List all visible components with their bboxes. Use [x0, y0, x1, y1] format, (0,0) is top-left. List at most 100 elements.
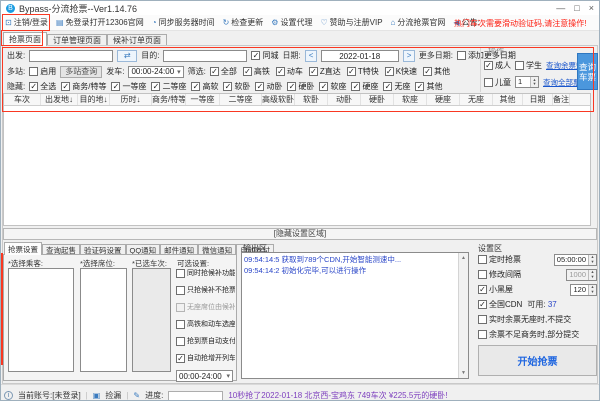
page-tab[interactable]: 抢票页面 [3, 32, 47, 46]
table-column-header[interactable]: 目的地↓ [78, 94, 110, 105]
seat-type-checkbox[interactable]: ✓ 软座 [319, 81, 346, 92]
partial-submit-checkbox[interactable]: 余票不足商务时,部分提交 [478, 329, 579, 340]
checkbox-box: ✓ [423, 67, 432, 76]
modify-interval-checkbox[interactable]: 修改间隔 [478, 269, 521, 280]
maximize-button[interactable]: □ [574, 2, 579, 14]
dest-station-input[interactable] [163, 50, 247, 62]
passenger-listbox[interactable] [8, 268, 74, 372]
child-checkbox[interactable]: 儿童 [484, 77, 511, 88]
train-type-checkbox[interactable]: ✓ 其他 [423, 66, 450, 77]
table-column-header[interactable]: 出发地↓ [41, 94, 78, 105]
same-city-checkbox[interactable]: ✓ 同城 [251, 50, 278, 61]
timed-grab-checkbox[interactable]: 定时抢票 [478, 254, 521, 265]
seat-listbox[interactable] [80, 268, 127, 372]
checkbox-box [478, 270, 487, 279]
blacklist-checkbox[interactable]: ✓ 小黑屋 [478, 284, 513, 295]
grab-time-range-select[interactable]: 00:00-24:00 ▾ [176, 370, 233, 382]
train-type-checkbox[interactable]: ✓ 全部 [210, 66, 237, 77]
toolbar-button[interactable]: ◔ 同步服务器时间 [152, 17, 215, 28]
seat-type-checkbox[interactable]: ✓ 动卧 [255, 81, 282, 92]
student-checkbox[interactable]: 学生 [515, 60, 542, 71]
table-column-header[interactable]: 软卧 [295, 94, 328, 105]
seat-type-checkbox[interactable]: ✓ 其他 [415, 81, 442, 92]
option-checkbox[interactable]: 高铁和动车选座 [176, 319, 235, 329]
table-column-header[interactable]: 二等座 [220, 94, 262, 105]
multi-station-query-button[interactable]: 多站查询 [60, 66, 102, 78]
seat-type-checkbox[interactable]: ✓ 全选 [29, 81, 56, 92]
seat-type-checkbox[interactable]: ✓ 二等座 [151, 81, 186, 92]
output-log[interactable]: 09:54:14:5 获取到789个CDN,开始智能测速中...09:54:14… [241, 252, 469, 379]
interval-value-input[interactable]: 1000 ▴▾ [566, 269, 597, 281]
table-column-header[interactable]: 动卧 [328, 94, 361, 105]
mode-label[interactable]: 捡漏 [105, 390, 121, 400]
table-column-header[interactable]: 硬座 [427, 94, 460, 105]
table-column-header[interactable]: 商务/特等 [152, 94, 186, 105]
prev-date-button[interactable]: < [305, 50, 317, 62]
table-column-header[interactable]: 车次 [4, 94, 41, 105]
seat-type-checkbox[interactable]: ✓ 无座 [383, 81, 410, 92]
table-column-header[interactable]: 高级软卧 [262, 94, 295, 105]
start-grab-button[interactable]: 开始抢票 [478, 345, 597, 376]
toolbar-button[interactable]: ⚙ 设置代理 [271, 17, 312, 28]
option-checkbox[interactable]: 抢到票自动支付 [176, 336, 235, 346]
seat-type-checkbox[interactable]: ✓ 高软 [191, 81, 218, 92]
spinner-arrows-icon[interactable]: ▴▾ [588, 285, 596, 295]
seat-type-checkbox[interactable]: ✓ 软卧 [223, 81, 250, 92]
checkbox-box: ✓ [351, 82, 360, 91]
scroll-down-icon[interactable]: ▼ [459, 370, 468, 376]
toolbar-button[interactable]: ⌂ 分流抢票官网 [391, 17, 446, 28]
table-column-header[interactable]: 硬卧 [361, 94, 394, 105]
swap-stations-button[interactable]: ⇄ [117, 50, 137, 62]
seat-type-checkbox[interactable]: ✓ 硬座 [351, 81, 378, 92]
timed-grab-time-input[interactable]: 05:00:00 ▴▾ [554, 254, 597, 266]
close-button[interactable]: × [589, 2, 594, 14]
seat-type-checkbox[interactable]: ✓ 硬卧 [287, 81, 314, 92]
date-input[interactable]: 2022-01-18 [321, 50, 399, 62]
status-bar: i 当前账号:[未登录] | ▣ 捡漏 | ✎ 进度: 10秒抢了2022-01… [1, 384, 599, 400]
option-checkbox[interactable]: 同时抢候补功能 [176, 268, 235, 278]
option-checkbox[interactable]: 无座席位由候补 [176, 302, 235, 312]
toolbar-button[interactable]: ▤ 免登录打开12306官网 [56, 17, 144, 28]
toolbar-button[interactable]: ↻ 检查更新 [223, 17, 264, 28]
table-column-header[interactable]: 一等座 [186, 94, 220, 105]
multi-station-enable-checkbox[interactable]: 启用 [29, 66, 56, 77]
depart-time-select[interactable]: 00:00-24:00 ▾ [128, 66, 183, 78]
next-date-button[interactable]: > [403, 50, 415, 62]
seat-type-checkbox[interactable]: ✓ 商务/特等 [61, 81, 106, 92]
collapse-settings-bar[interactable]: [隐藏设置区域] [3, 228, 597, 240]
scroll-up-icon[interactable]: ▲ [459, 255, 468, 261]
train-type-checkbox[interactable]: ✓ 动车 [276, 66, 303, 77]
settings-tab[interactable]: 抢票设置 [4, 242, 42, 255]
minimize-button[interactable]: — [556, 2, 565, 14]
blacklist-seconds-input[interactable]: 120 ▴▾ [570, 284, 597, 296]
no-seat-no-submit-checkbox[interactable]: 实时余票无座时,不提交 [478, 314, 571, 325]
table-column-header[interactable]: 备注 [553, 94, 570, 105]
selected-train-listbox[interactable] [132, 268, 171, 372]
table-column-header[interactable]: 软座 [394, 94, 427, 105]
toolbar-button[interactable]: ⊡ 注销/登录 [5, 17, 48, 28]
train-type-checkbox[interactable]: ✓ Z直达 [309, 66, 341, 77]
train-type-checkbox[interactable]: ✓ T特快 [347, 66, 379, 77]
train-type-checkbox[interactable]: ✓ K快速 [385, 66, 417, 77]
spinner-arrows-icon[interactable]: ▴▾ [588, 255, 596, 265]
adult-checkbox[interactable]: ✓ 成人 [484, 60, 511, 71]
child-count-stepper[interactable]: 1 ▴▾ [515, 76, 539, 88]
national-cdn-checkbox[interactable]: ✓ 全国CDN [478, 299, 522, 310]
spinner-arrows-icon[interactable]: ▴▾ [530, 77, 538, 87]
option-checkbox[interactable]: ✓ 自动抢增开列车 [176, 353, 235, 363]
results-table-body[interactable] [3, 106, 591, 226]
log-scrollbar[interactable]: ▲ ▼ [458, 253, 468, 378]
table-column-header[interactable]: 其他 [493, 94, 523, 105]
table-column-header[interactable]: 无座 [460, 94, 493, 105]
seat-type-checkbox[interactable]: ✓ 一等座 [111, 81, 146, 92]
partial-submit-row: 余票不足商务时,部分提交 [478, 328, 597, 341]
checkbox-box: ✓ [111, 82, 120, 91]
toolbar-button[interactable]: ♡ 赞助与注册VIP [320, 17, 382, 28]
search-tickets-button[interactable]: 查询 车票 [577, 53, 598, 90]
train-type-checkbox[interactable]: ✓ 高铁 [243, 66, 270, 77]
option-checkbox[interactable]: 只抢候补不抢票 [176, 285, 235, 295]
table-column-header[interactable]: 日期 [523, 94, 553, 105]
table-column-header[interactable]: 历时↓ [110, 94, 152, 105]
spinner-arrows-icon[interactable]: ▴▾ [588, 270, 596, 280]
depart-station-input[interactable] [29, 50, 113, 62]
